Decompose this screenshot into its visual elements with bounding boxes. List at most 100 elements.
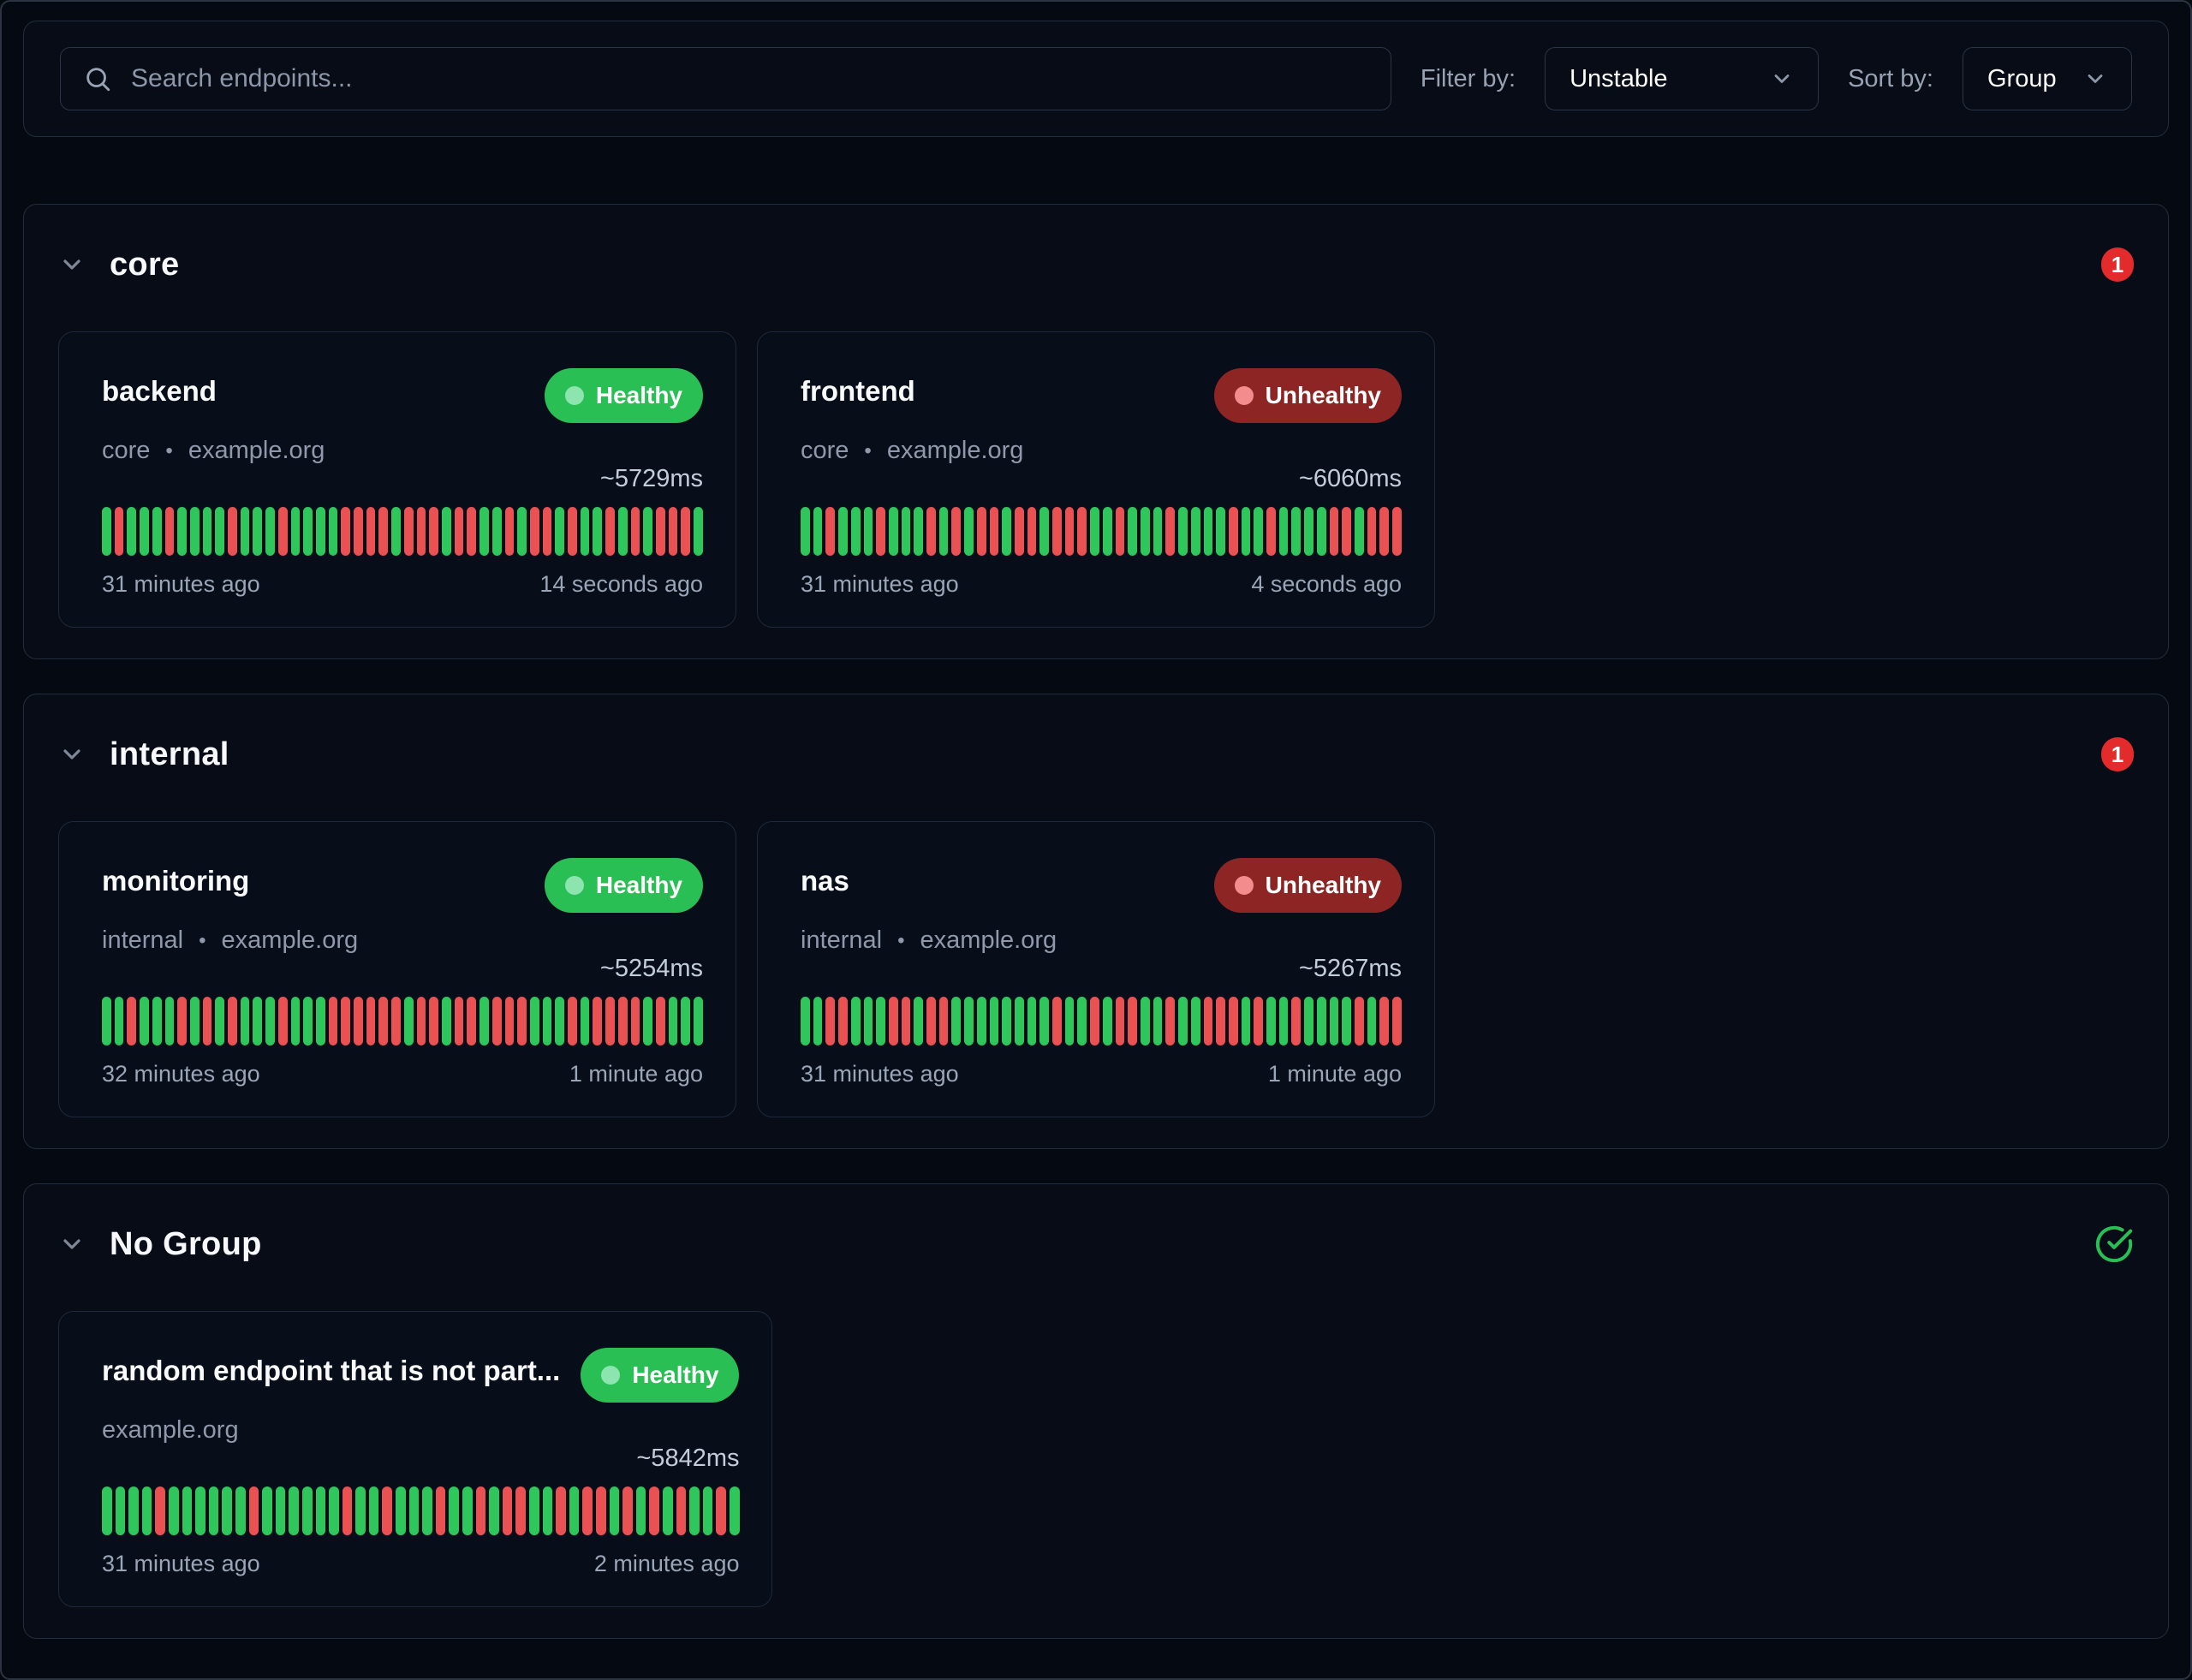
history-bar-up (355, 1486, 366, 1535)
filter-select[interactable]: Unstable (1545, 47, 1819, 110)
history-bar-up (102, 507, 111, 556)
status-badge: Unhealthy (1214, 858, 1402, 913)
endpoint-card[interactable]: nas Unhealthy internal•example.org ~5267… (757, 821, 1435, 1117)
history-bar-up (165, 997, 175, 1046)
history-bar-up (1304, 997, 1313, 1046)
history-bar-up (241, 507, 250, 556)
history-bar-down (889, 997, 898, 1046)
history-bars (102, 507, 703, 556)
endpoint-group: core 1 backend Healthy core•example.org … (23, 204, 2169, 659)
history-bar-down (503, 1486, 513, 1535)
subtitle-part: internal (801, 926, 882, 955)
history-bar-down (467, 997, 476, 1046)
status-label: Healthy (596, 382, 682, 409)
history-bar-up (581, 507, 590, 556)
endpoint-card[interactable]: backend Healthy core•example.org ~5729ms… (58, 331, 736, 628)
search-input[interactable] (131, 64, 1368, 93)
endpoint-name: nas (801, 858, 849, 897)
endpoint-card[interactable]: frontend Unhealthy core•example.org ~606… (757, 331, 1435, 628)
history-bar-down (1165, 997, 1175, 1046)
history-bar-down (1116, 997, 1125, 1046)
history-bar-down (1254, 997, 1263, 1046)
history-bar-up (1039, 507, 1049, 556)
history-bar-up (1141, 997, 1150, 1046)
history-bar-up (914, 507, 923, 556)
history-bar-up (543, 997, 552, 1046)
history-bar-up (480, 507, 489, 556)
history-bar-up (618, 507, 628, 556)
status-label: Healthy (632, 1361, 718, 1389)
group-header[interactable]: core 1 (58, 230, 2134, 299)
history-bar-down (1379, 997, 1389, 1046)
sort-select[interactable]: Group (1963, 47, 2132, 110)
history-bar-down (1204, 997, 1213, 1046)
group-header[interactable]: No Group (58, 1210, 2134, 1278)
history-bar-down (1266, 507, 1276, 556)
history-bar-up (396, 1486, 406, 1535)
search-icon (83, 64, 112, 93)
history-bar-up (555, 997, 564, 1046)
group-cards: monitoring Healthy internal•example.org … (58, 821, 2134, 1117)
history-bar-up (152, 507, 162, 556)
history-bar-down (417, 997, 426, 1046)
status-dot-icon (1235, 876, 1254, 895)
chevron-down-icon (1770, 67, 1794, 91)
history-bar-up (404, 997, 414, 1046)
time-end: 1 minute ago (1268, 1061, 1402, 1087)
history-bar-up (253, 997, 262, 1046)
history-bar-down (838, 997, 848, 1046)
subtitle-part: core (102, 437, 150, 465)
history-bar-up (1304, 507, 1313, 556)
status-label: Healthy (596, 872, 682, 899)
group-cards: random endpoint that is not part... Heal… (58, 1311, 2134, 1607)
subtitle-part: core (801, 437, 849, 465)
history-bar-up (977, 997, 986, 1046)
history-bar-up (813, 507, 823, 556)
history-bar-up (215, 507, 224, 556)
time-start: 32 minutes ago (102, 1061, 260, 1087)
history-bar-down (1216, 997, 1225, 1046)
history-bar-up (530, 997, 539, 1046)
history-bar-up (689, 1486, 700, 1535)
endpoint-card[interactable]: monitoring Healthy internal•example.org … (58, 821, 736, 1117)
history-bar-up (152, 997, 162, 1046)
history-bar-up (914, 997, 923, 1046)
latency-value: ~5729ms (102, 465, 703, 493)
history-bar-up (864, 507, 873, 556)
history-bar-down (1355, 997, 1364, 1046)
history-bar-up (303, 507, 313, 556)
history-bar-up (1178, 507, 1188, 556)
history-bar-up (813, 997, 823, 1046)
history-bar-down (455, 997, 464, 1046)
history-bar-down (1291, 997, 1301, 1046)
history-bar-up (442, 507, 451, 556)
groups: core 1 backend Healthy core•example.org … (23, 137, 2169, 1639)
endpoint-name: random endpoint that is not part... (102, 1348, 560, 1387)
history-bar-up (289, 1486, 299, 1535)
history-bar-down (631, 997, 640, 1046)
history-bar-up (190, 997, 200, 1046)
history-bar-up (1342, 997, 1351, 1046)
history-bar-down (341, 507, 350, 556)
history-bar-down (278, 997, 288, 1046)
endpoint-name: frontend (801, 368, 915, 408)
sort-select-value: Group (1987, 65, 2057, 93)
history-bar-up (801, 507, 810, 556)
history-bar-down (165, 507, 175, 556)
history-bar-down (1052, 997, 1062, 1046)
latency-value: ~5842ms (102, 1445, 739, 1473)
history-bar-down (1116, 507, 1125, 556)
group-header[interactable]: internal 1 (58, 720, 2134, 789)
history-bar-up (1065, 997, 1075, 1046)
unhealthy-count-badge: 1 (2101, 737, 2134, 771)
history-bar-up (636, 1486, 646, 1535)
history-bar-down (177, 997, 187, 1046)
history-bar-up (480, 997, 489, 1046)
history-bar-up (1039, 997, 1049, 1046)
history-bar-up (265, 997, 275, 1046)
history-bar-down (1090, 997, 1099, 1046)
history-bar-up (115, 997, 124, 1046)
endpoint-card[interactable]: random endpoint that is not part... Heal… (58, 1311, 772, 1607)
history-bar-up (889, 507, 898, 556)
history-bar-down (1052, 507, 1062, 556)
